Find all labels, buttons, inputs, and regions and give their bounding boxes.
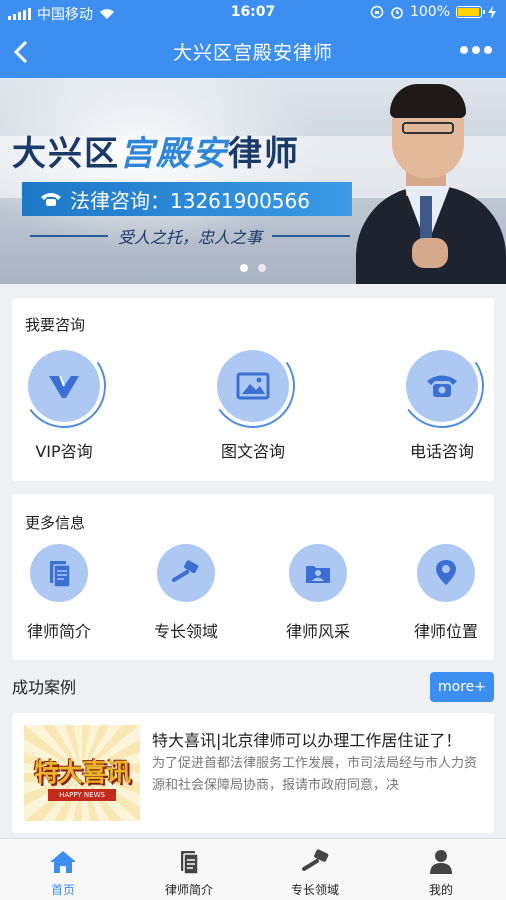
banner-carousel[interactable]: 大兴区宫殿安律师 法律咨询：13261900566 受人之托，忠人之事 xyxy=(0,78,506,284)
more-button[interactable] xyxy=(460,46,492,54)
consult-card: 我要咨询 VIP咨询 图文咨询 电话咨询 xyxy=(12,298,494,481)
lawyer-location-button[interactable]: 律师位置 xyxy=(396,544,496,642)
banner-motto: 受人之托，忠人之事 xyxy=(30,224,351,248)
lawyer-profile-label: 律师简介 xyxy=(26,622,91,641)
telephone-icon xyxy=(41,193,61,206)
tab-lawyer-profile[interactable]: 律师简介 xyxy=(126,849,252,898)
document-icon xyxy=(181,851,199,875)
case-item[interactable]: 特大喜讯 HAPPY NEWS 特大喜讯|北京律师可以办理工作居住证了！ 为了促… xyxy=(12,713,494,833)
carousel-dot[interactable] xyxy=(240,264,248,272)
case-description: 为了促进首都法律服务工作发展，市司法局经与市人力资源和社会保障局协商，报请市政府… xyxy=(152,756,478,793)
document-icon xyxy=(50,561,71,588)
lawyer-photo xyxy=(356,78,506,284)
vip-consult-label: VIP咨询 xyxy=(35,442,93,461)
vip-consult-button[interactable]: VIP咨询 xyxy=(9,350,119,462)
photo-folder-icon xyxy=(306,566,330,583)
tab-mine[interactable]: 我的 xyxy=(378,849,504,898)
tab-mine-label: 我的 xyxy=(428,883,453,897)
nav-bar: 大兴区宫殿安律师 xyxy=(0,26,506,78)
tab-home[interactable]: 首页 xyxy=(0,849,126,898)
consult-heading: 我要咨询 xyxy=(25,316,86,334)
phone-consult-button[interactable]: 电话咨询 xyxy=(387,350,497,462)
cases-heading: 成功案例 xyxy=(12,678,77,697)
bottom-tab-bar: 首页 律师简介 专长领域 我的 xyxy=(0,838,506,900)
page-title: 大兴区宫殿安律师 xyxy=(172,42,333,64)
user-icon xyxy=(430,850,452,874)
gavel-icon xyxy=(302,849,329,871)
lawyer-location-label: 律师位置 xyxy=(413,622,478,641)
phone-consult-label: 电话咨询 xyxy=(409,442,474,461)
case-thumbnail: 特大喜讯 HAPPY NEWS xyxy=(24,725,140,821)
tab-home-label: 首页 xyxy=(50,883,75,897)
status-bar: 中国移动 16:07 100% xyxy=(0,0,506,26)
expertise-button[interactable]: 专长领域 xyxy=(136,544,236,642)
vip-icon xyxy=(49,375,79,398)
more-dots-icon xyxy=(460,46,468,54)
charging-icon xyxy=(488,5,496,19)
orientation-lock-icon xyxy=(370,5,384,19)
carousel-dot[interactable] xyxy=(258,264,266,272)
phone-icon xyxy=(427,375,457,397)
image-consult-button[interactable]: 图文咨询 xyxy=(198,350,308,462)
lawyer-gallery-button[interactable]: 律师风采 xyxy=(268,544,368,642)
banner-phone-label: 法律咨询：13261900566 xyxy=(70,188,310,213)
cases-more-button[interactable]: more+ xyxy=(430,672,494,702)
lawyer-gallery-label: 律师风采 xyxy=(285,622,350,641)
case-thumbnail-text: 特大喜讯 xyxy=(33,758,131,787)
image-consult-label: 图文咨询 xyxy=(220,442,285,461)
tab-lawyer-profile-label: 律师简介 xyxy=(164,883,213,897)
image-icon xyxy=(236,372,270,400)
more-info-heading: 更多信息 xyxy=(25,514,86,532)
lawyer-profile-button[interactable]: 律师简介 xyxy=(9,544,109,642)
alarm-icon xyxy=(391,7,403,19)
location-pin-icon xyxy=(436,560,456,585)
tab-expertise[interactable]: 专长领域 xyxy=(252,849,378,898)
tab-expertise-label: 专长领域 xyxy=(290,883,339,897)
banner-title: 大兴区宫殿安律师 xyxy=(12,134,300,174)
battery-percent: 100% xyxy=(409,4,450,20)
case-title: 特大喜讯|北京律师可以办理工作居住证了！ xyxy=(152,731,462,750)
carousel-indicators xyxy=(0,264,506,272)
case-thumbnail-ribbon: HAPPY NEWS xyxy=(48,789,116,801)
expertise-label: 专长领域 xyxy=(153,622,218,641)
banner-phone-strip: 法律咨询：13261900566 xyxy=(22,182,352,216)
more-info-card: 更多信息 律师简介 专长领域 律师风采 律师位置 xyxy=(12,494,494,660)
home-icon xyxy=(50,851,76,873)
gavel-icon xyxy=(172,560,199,582)
top-bar: 中国移动 16:07 100% 大兴区宫殿安律师 xyxy=(0,0,506,78)
battery-icon xyxy=(456,6,485,18)
